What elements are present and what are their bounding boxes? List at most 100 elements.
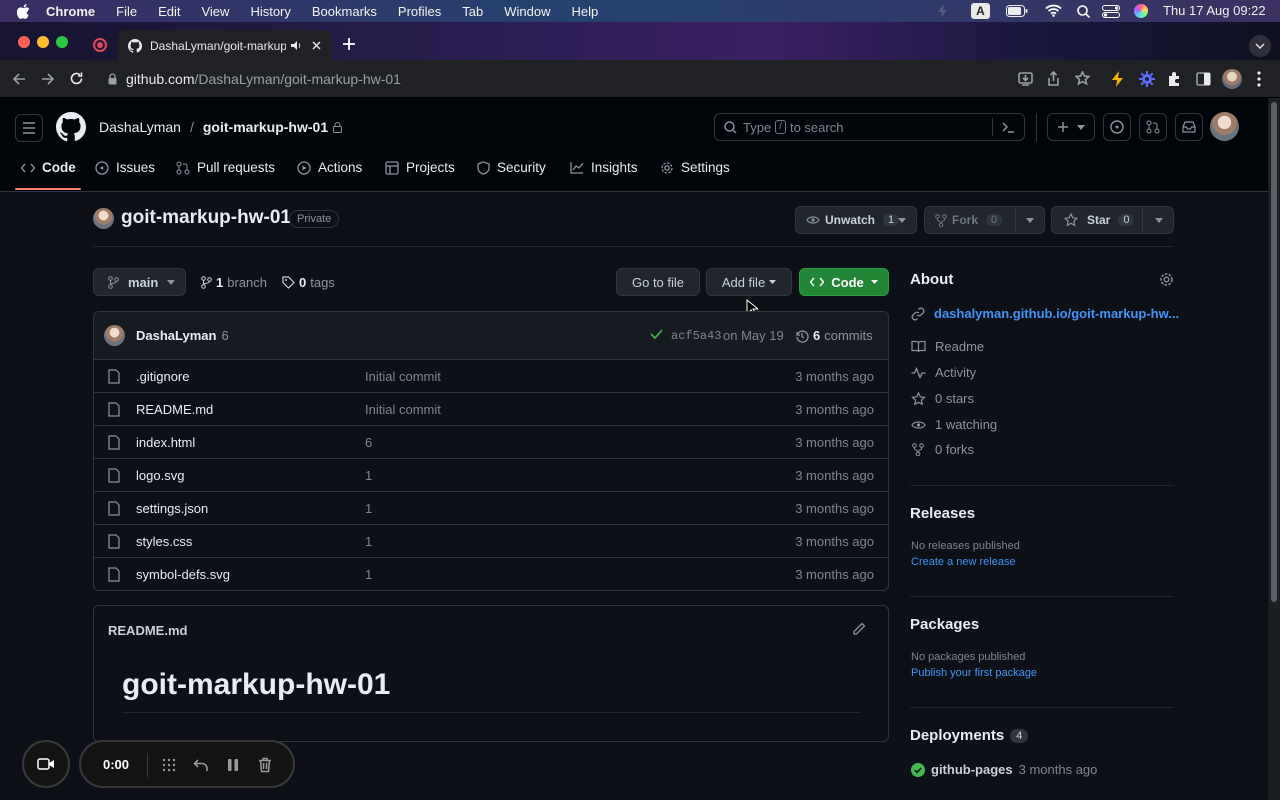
menu-help[interactable]: Help bbox=[572, 4, 599, 19]
menu-file[interactable]: File bbox=[116, 4, 137, 19]
browser-tab-active[interactable]: DashaLyman/goit-markup- bbox=[118, 30, 332, 61]
scrollbar-thumb[interactable] bbox=[1271, 102, 1277, 602]
input-source-icon[interactable]: A bbox=[971, 3, 990, 19]
menubar-clock[interactable]: Thu 17 Aug 09:22 bbox=[1163, 3, 1266, 18]
tab-pull-requests[interactable]: Pull requests bbox=[176, 160, 275, 175]
file-commit-message[interactable]: 6 bbox=[365, 435, 372, 450]
menu-tab[interactable]: Tab bbox=[462, 4, 483, 19]
commit-author-avatar[interactable] bbox=[104, 325, 125, 346]
github-logo-icon[interactable] bbox=[56, 112, 86, 142]
about-settings-gear-icon[interactable] bbox=[1159, 272, 1174, 287]
install-app-icon[interactable] bbox=[1018, 72, 1033, 86]
window-minimize-button[interactable] bbox=[37, 36, 49, 48]
window-maximize-button[interactable] bbox=[56, 36, 68, 48]
back-icon[interactable] bbox=[12, 72, 26, 86]
reload-icon[interactable] bbox=[69, 71, 84, 86]
file-row[interactable]: styles.css 1 3 months ago bbox=[94, 524, 888, 557]
tab-projects[interactable]: Projects bbox=[385, 160, 455, 175]
packages-title[interactable]: Packages bbox=[910, 616, 979, 633]
extensions-puzzle-icon[interactable] bbox=[1167, 71, 1183, 87]
caret-down-icon[interactable] bbox=[1026, 218, 1034, 223]
file-name[interactable]: symbol-defs.svg bbox=[136, 567, 230, 582]
about-readme[interactable]: Readme bbox=[911, 339, 984, 354]
menu-window[interactable]: Window bbox=[504, 4, 550, 19]
caret-down-icon[interactable] bbox=[898, 218, 906, 223]
control-center-icon[interactable] bbox=[1102, 5, 1120, 18]
file-commit-message[interactable]: 1 bbox=[365, 468, 372, 483]
file-row[interactable]: index.html 6 3 months ago bbox=[94, 425, 888, 458]
file-commit-message[interactable]: 1 bbox=[365, 501, 372, 516]
user-avatar[interactable] bbox=[1210, 112, 1239, 141]
tab-security[interactable]: Security bbox=[477, 160, 546, 175]
file-name[interactable]: index.html bbox=[136, 435, 195, 450]
chrome-menu-icon[interactable] bbox=[1257, 71, 1261, 87]
branch-selector[interactable]: main bbox=[93, 268, 186, 296]
file-row[interactable]: .gitignore Initial commit 3 months ago bbox=[94, 359, 888, 392]
releases-title[interactable]: Releases bbox=[910, 505, 975, 522]
window-close-button[interactable] bbox=[18, 36, 30, 48]
file-name[interactable]: .gitignore bbox=[136, 369, 189, 384]
share-icon[interactable] bbox=[1047, 71, 1060, 86]
siri-icon[interactable] bbox=[1134, 4, 1148, 18]
unwatch-button[interactable]: Unwatch 1 bbox=[795, 206, 917, 234]
file-commit-message[interactable]: 1 bbox=[365, 567, 372, 582]
file-name[interactable]: settings.json bbox=[136, 501, 208, 516]
branches-link[interactable]: 1 branch bbox=[201, 275, 267, 290]
tab-actions[interactable]: Actions bbox=[297, 160, 362, 175]
go-to-file-button[interactable]: Go to file bbox=[616, 268, 700, 296]
file-commit-message[interactable]: 1 bbox=[365, 534, 372, 549]
file-row[interactable]: symbol-defs.svg 1 3 months ago bbox=[94, 557, 888, 590]
menu-edit[interactable]: Edit bbox=[158, 4, 180, 19]
tab-audio-icon[interactable] bbox=[290, 40, 303, 51]
file-row[interactable]: logo.svg 1 3 months ago bbox=[94, 458, 888, 491]
apple-icon[interactable] bbox=[17, 3, 30, 19]
pause-icon[interactable] bbox=[227, 758, 239, 772]
command-palette-icon[interactable] bbox=[992, 118, 1015, 136]
breadcrumb-owner[interactable]: DashaLyman bbox=[99, 119, 181, 135]
page-scrollbar[interactable] bbox=[1268, 98, 1280, 800]
check-icon[interactable] bbox=[650, 329, 663, 339]
bolt-icon[interactable] bbox=[938, 4, 948, 18]
breadcrumb-repo[interactable]: goit-markup-hw-01 bbox=[203, 119, 328, 135]
about-watching[interactable]: 1 watching bbox=[911, 417, 997, 432]
recording-tab-icon[interactable] bbox=[93, 38, 107, 52]
spotlight-search-icon[interactable] bbox=[1077, 5, 1090, 18]
file-name[interactable]: logo.svg bbox=[136, 468, 184, 483]
menu-profiles[interactable]: Profiles bbox=[398, 4, 441, 19]
tab-insights[interactable]: Insights bbox=[570, 160, 638, 175]
camera-toggle-button[interactable] bbox=[22, 740, 70, 788]
hamburger-menu-button[interactable] bbox=[15, 114, 43, 142]
code-button[interactable]: Code bbox=[799, 268, 889, 296]
commit-author[interactable]: DashaLyman bbox=[136, 328, 216, 343]
bookmark-star-icon[interactable] bbox=[1075, 71, 1090, 86]
new-tab-icon[interactable] bbox=[342, 37, 356, 51]
inbox-button[interactable] bbox=[1175, 113, 1203, 141]
tab-code[interactable]: Code bbox=[21, 160, 76, 175]
forward-icon[interactable] bbox=[41, 72, 55, 86]
pulls-shortcut-button[interactable] bbox=[1139, 113, 1167, 141]
fork-button[interactable]: Fork 0 bbox=[924, 206, 1045, 234]
drag-handle-icon[interactable] bbox=[162, 758, 176, 772]
tab-issues[interactable]: Issues bbox=[95, 160, 155, 175]
menu-history[interactable]: History bbox=[250, 4, 290, 19]
create-release-link[interactable]: Create a new release bbox=[911, 556, 1016, 568]
profile-avatar[interactable] bbox=[1222, 69, 1242, 89]
file-row[interactable]: settings.json 1 3 months ago bbox=[94, 491, 888, 524]
undo-icon[interactable] bbox=[193, 758, 209, 772]
caret-down-icon[interactable] bbox=[1155, 218, 1163, 223]
file-name[interactable]: README.md bbox=[136, 402, 213, 417]
github-search-input[interactable]: Type / to search bbox=[714, 113, 1025, 141]
pencil-icon[interactable] bbox=[852, 622, 866, 636]
lock-icon[interactable] bbox=[108, 73, 117, 85]
file-row[interactable]: README.md Initial commit 3 months ago bbox=[94, 392, 888, 425]
wifi-icon[interactable] bbox=[1045, 4, 1062, 17]
address-bar[interactable]: github.com/DashaLyman/goit-markup-hw-01 bbox=[98, 65, 1010, 93]
menu-app-name[interactable]: Chrome bbox=[46, 4, 95, 19]
deployments-header[interactable]: Deployments 4 bbox=[910, 727, 1029, 744]
create-new-button[interactable] bbox=[1047, 113, 1095, 141]
deployment-item[interactable]: github-pages 3 months ago bbox=[911, 762, 1097, 777]
tab-close-icon[interactable] bbox=[312, 41, 321, 50]
publish-package-link[interactable]: Publish your first package bbox=[911, 667, 1037, 679]
commits-link[interactable]: 6 commits bbox=[795, 328, 873, 343]
extension-bolt-icon[interactable] bbox=[1112, 71, 1124, 87]
